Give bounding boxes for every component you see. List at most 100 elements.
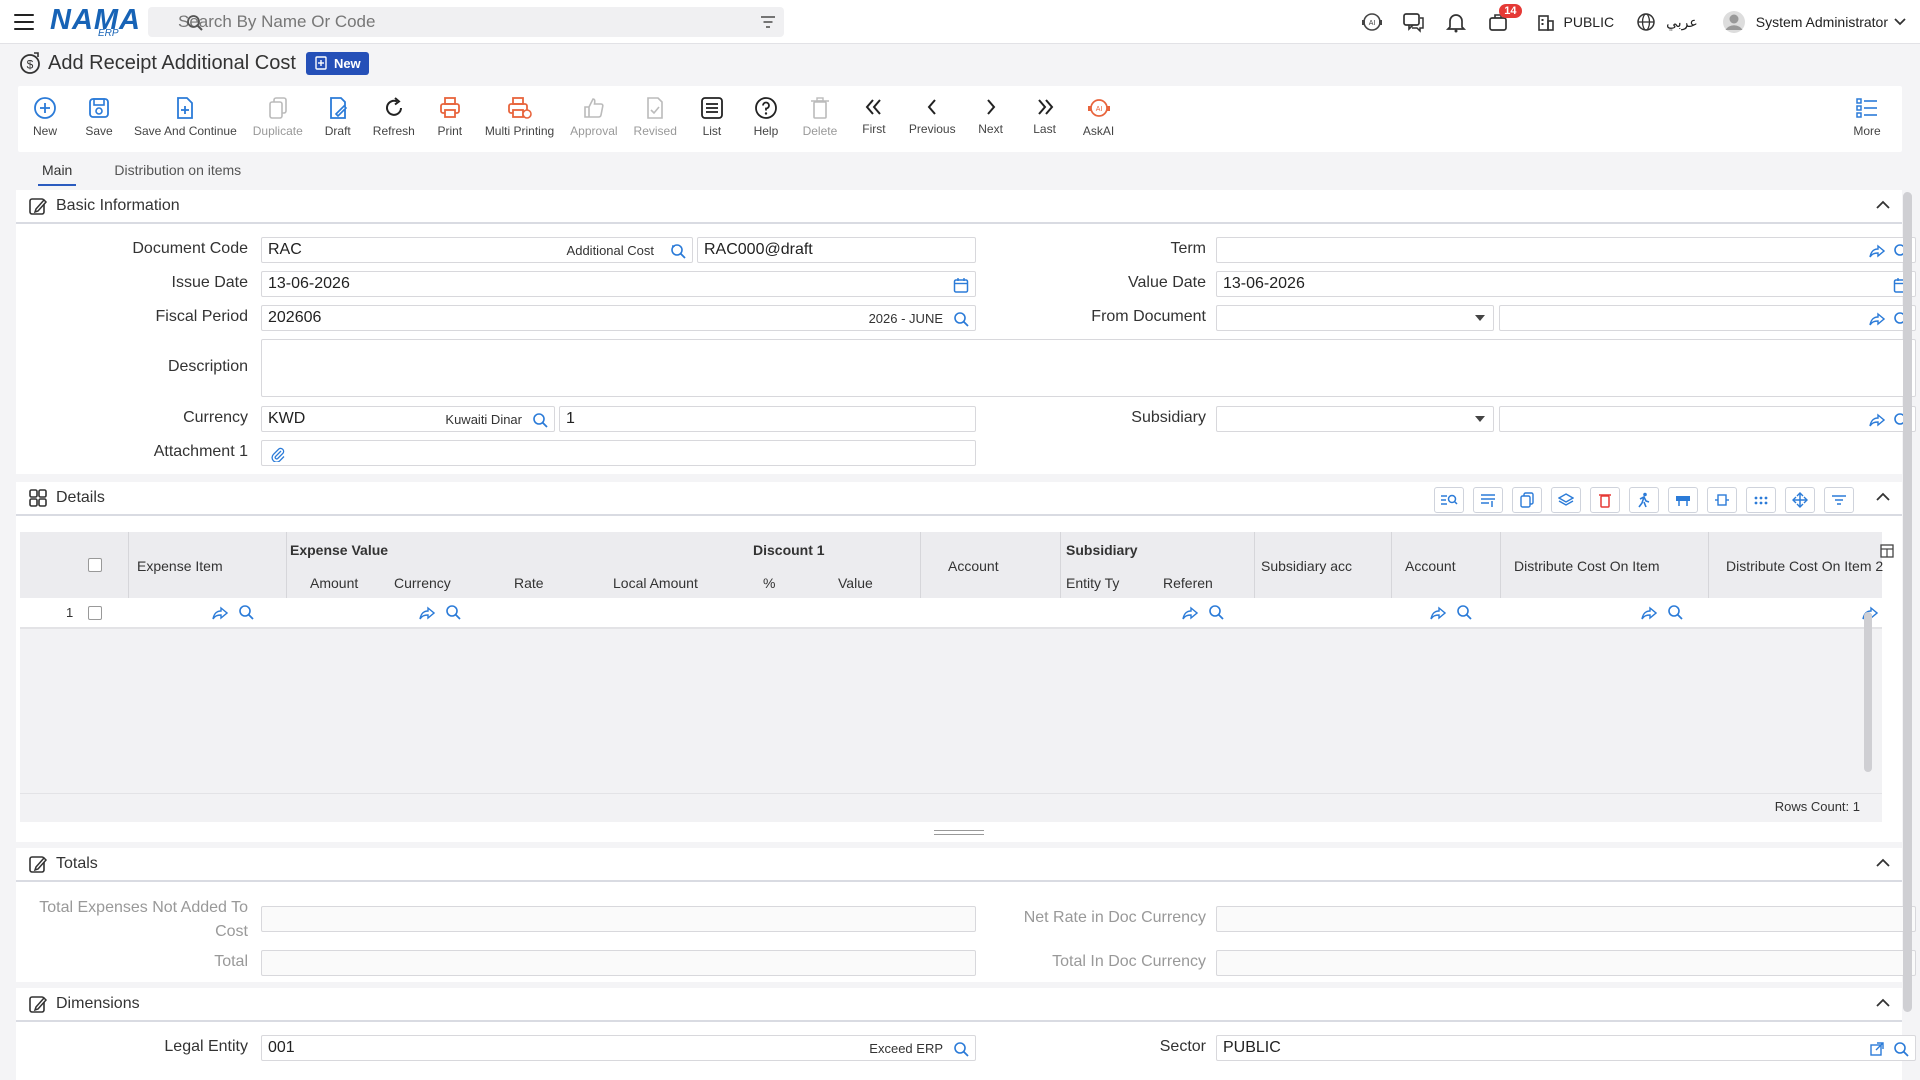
issue-date-field[interactable]: 13-06-2026 — [261, 271, 976, 297]
company-icon[interactable] — [1532, 8, 1560, 36]
lookup-icon[interactable] — [953, 311, 969, 327]
avatar[interactable] — [1720, 8, 1748, 36]
col-reference[interactable]: Referen — [1163, 575, 1213, 591]
lookup-icon[interactable] — [953, 1041, 969, 1057]
insert-row-button[interactable] — [1473, 487, 1503, 513]
lookup-icon[interactable] — [670, 243, 686, 259]
last-button[interactable]: Last — [1022, 96, 1068, 136]
col-currency[interactable]: Currency — [394, 575, 451, 591]
share-arrow-icon[interactable] — [1182, 605, 1198, 621]
col-entity-type[interactable]: Entity Ty — [1066, 575, 1119, 591]
page-scrollbar[interactable] — [1903, 192, 1912, 1012]
revised-button[interactable]: Revised — [630, 96, 681, 138]
lookup-icon[interactable] — [1893, 1041, 1909, 1057]
tab-main[interactable]: Main — [38, 162, 77, 186]
draft-button[interactable]: Draft — [315, 96, 361, 138]
first-button[interactable]: First — [851, 96, 897, 136]
legal-entity-field[interactable]: 001 Exceed ERP — [261, 1035, 976, 1061]
resize-handle[interactable] — [934, 830, 984, 835]
delete-row-button[interactable] — [1590, 487, 1620, 513]
list-button[interactable]: List — [689, 96, 735, 138]
refresh-button[interactable]: Refresh — [369, 96, 419, 138]
menu-icon[interactable] — [14, 13, 34, 30]
fiscal-period-field[interactable]: 202606 2026 - JUNE — [261, 305, 976, 331]
bell-icon[interactable] — [1442, 8, 1470, 36]
col-amount[interactable]: Amount — [310, 575, 358, 591]
chevron-down-icon[interactable] — [1894, 18, 1906, 26]
col-account-2[interactable]: Account — [1405, 558, 1456, 574]
column-chooser-icon[interactable] — [1880, 544, 1894, 558]
share-arrow-icon[interactable] — [419, 605, 435, 621]
basic-information-header[interactable]: Basic Information — [16, 190, 1902, 224]
document-number-field[interactable]: RAC000@draft — [697, 237, 976, 263]
more-button[interactable]: More — [1844, 96, 1890, 138]
filter-rows-button[interactable] — [1824, 487, 1854, 513]
delete-button[interactable]: Delete — [797, 96, 843, 138]
col-subsidiary-account[interactable]: Subsidiary acc — [1261, 558, 1352, 574]
lookup-icon[interactable] — [445, 604, 461, 620]
table-row[interactable]: 1 — [20, 598, 1882, 628]
share-arrow-icon[interactable] — [1641, 605, 1657, 621]
paperclip-icon[interactable] — [270, 446, 286, 462]
subsidiary-type-select[interactable] — [1216, 406, 1494, 432]
attachment-field[interactable] — [261, 440, 976, 466]
previous-button[interactable]: Previous — [905, 96, 960, 136]
chat-icon[interactable] — [1400, 8, 1428, 36]
subsidiary-field[interactable] — [1499, 406, 1916, 432]
col-distribute-cost[interactable]: Distribute Cost On Item — [1514, 558, 1660, 574]
grid-scrollbar[interactable] — [1864, 612, 1872, 772]
lookup-icon[interactable] — [1456, 604, 1472, 620]
lookup-icon[interactable] — [1208, 604, 1224, 620]
print-button[interactable]: Print — [427, 96, 473, 138]
approval-button[interactable]: Approval — [566, 96, 621, 138]
from-document-field[interactable] — [1499, 305, 1916, 331]
from-document-type-select[interactable] — [1216, 305, 1494, 331]
term-field[interactable] — [1216, 237, 1916, 263]
share-arrow-icon[interactable] — [1869, 243, 1885, 259]
lookup-icon[interactable] — [238, 604, 254, 620]
duplicate-button[interactable]: Duplicate — [249, 96, 307, 138]
currency-rate-field[interactable]: 1 — [559, 406, 976, 432]
currency-field[interactable]: KWD Kuwaiti Dinar — [261, 406, 555, 432]
share-arrow-icon[interactable] — [1430, 605, 1446, 621]
chevron-up-icon[interactable] — [1876, 492, 1890, 501]
row-checkbox[interactable] — [88, 606, 102, 620]
col-expense-item[interactable]: Expense Item — [137, 558, 223, 574]
tasks-icon[interactable]: 14 — [1484, 4, 1522, 36]
col-account[interactable]: Account — [948, 558, 999, 574]
dots-grid-button[interactable] — [1746, 487, 1776, 513]
col-discount-pct[interactable]: % — [763, 575, 775, 591]
tab-distribution[interactable]: Distribution on items — [110, 162, 245, 184]
copy-row-button[interactable] — [1512, 487, 1542, 513]
col-local-amount[interactable]: Local Amount — [613, 575, 698, 591]
col-rate[interactable]: Rate — [514, 575, 544, 591]
search-rows-button[interactable] — [1434, 487, 1464, 513]
share-arrow-icon[interactable] — [1869, 311, 1885, 327]
totals-header[interactable]: Totals — [16, 848, 1902, 882]
filter-icon[interactable] — [760, 15, 776, 29]
user-name[interactable]: System Administrator — [1756, 14, 1888, 30]
resize-columns-button[interactable] — [1707, 487, 1737, 513]
save-button[interactable]: Save — [76, 96, 122, 138]
move-button[interactable] — [1785, 487, 1815, 513]
multi-printing-button[interactable]: Multi Printing — [481, 96, 558, 138]
run-button[interactable] — [1629, 487, 1659, 513]
select-all-checkbox[interactable] — [88, 558, 102, 572]
sector-field[interactable]: PUBLIC — [1216, 1035, 1916, 1061]
dimensions-header[interactable]: Dimensions — [16, 988, 1902, 1022]
search-box[interactable]: Search By Name Or Code — [148, 7, 784, 37]
help-button[interactable]: Help — [743, 96, 789, 138]
chevron-up-icon[interactable] — [1876, 200, 1890, 209]
details-header[interactable]: Details — [16, 482, 1902, 516]
new-button[interactable]: New — [22, 96, 68, 138]
chevron-up-icon[interactable] — [1876, 858, 1890, 867]
chevron-up-icon[interactable] — [1876, 998, 1890, 1007]
company-name[interactable]: PUBLIC — [1564, 14, 1615, 30]
language-switch[interactable]: عربي — [1666, 14, 1698, 31]
calendar-icon[interactable] — [953, 277, 969, 293]
logo[interactable]: NAMA ERP — [50, 5, 140, 39]
lookup-icon[interactable] — [1667, 604, 1683, 620]
external-link-icon[interactable] — [1869, 1041, 1885, 1057]
next-button[interactable]: Next — [968, 96, 1014, 136]
globe-icon[interactable] — [1632, 8, 1660, 36]
